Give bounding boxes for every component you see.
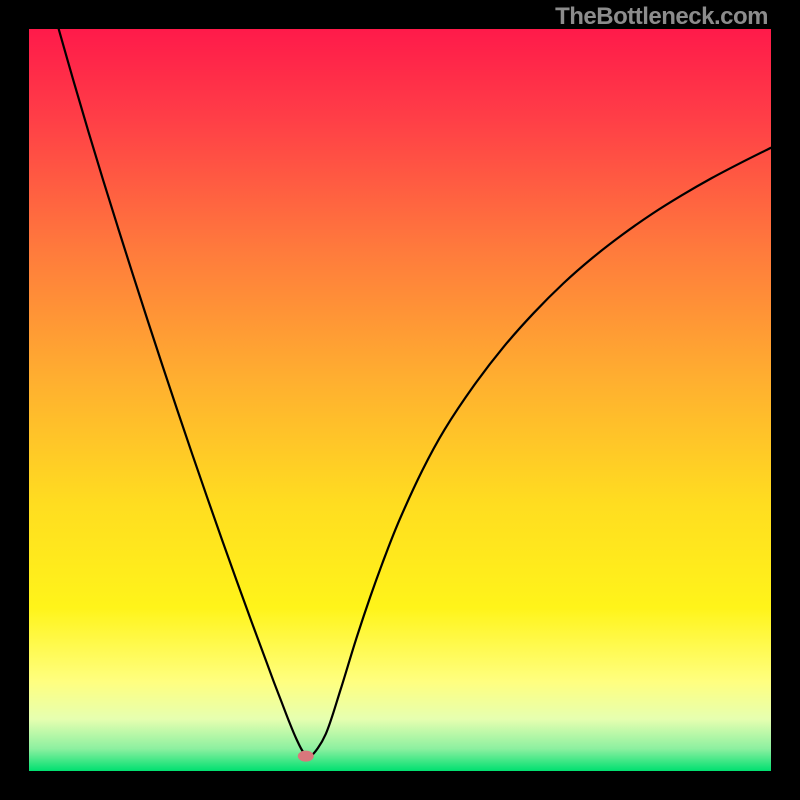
watermark-text: TheBottleneck.com	[555, 3, 768, 31]
chart-background	[29, 29, 771, 771]
chart-svg	[29, 29, 771, 771]
curve-marker	[298, 751, 314, 762]
bottleneck-chart	[29, 29, 771, 771]
